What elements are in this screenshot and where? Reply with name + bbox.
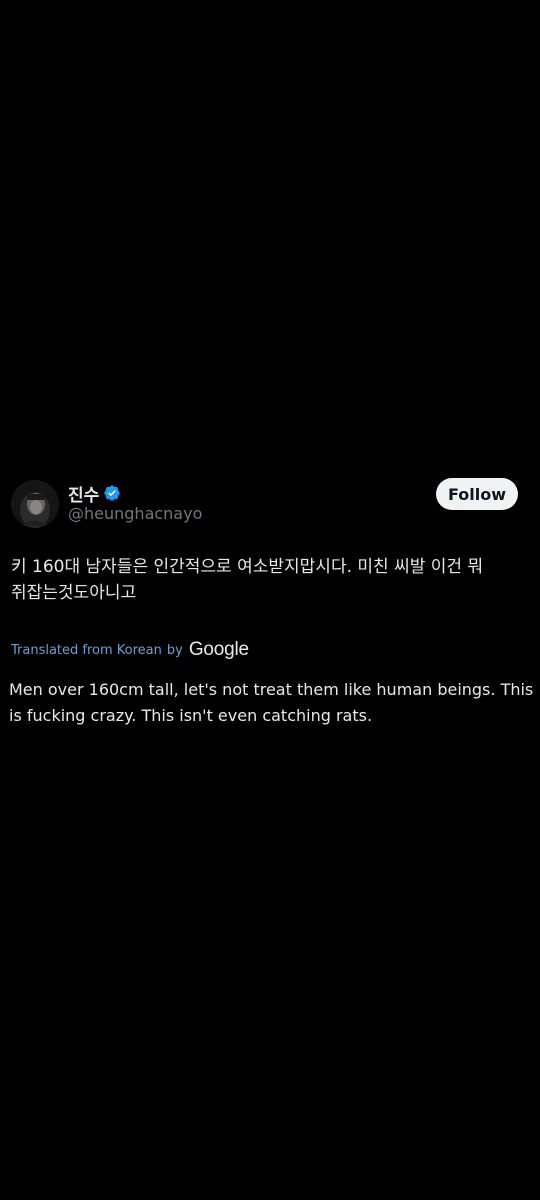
author-display-name[interactable]: 진수 [68, 481, 99, 506]
translated-text: Men over 160cm tall, let's not treat the… [9, 680, 534, 725]
translated-by-label: by [166, 642, 183, 658]
author-name-row: 진수 [68, 480, 121, 506]
tweet-text: 키 160대 남자들은 인간적으로 여소받지맙시다. 미친 씨발 이건 뭐 쥐잡… [11, 557, 484, 603]
translated-from-link[interactable]: Translated from Korean [11, 643, 162, 658]
translation-attribution: Translated from Korean by Google [11, 637, 249, 663]
verified-badge-icon [103, 484, 121, 502]
author-handle[interactable]: @heunghacnayo [68, 504, 202, 523]
follow-button[interactable]: Follow [436, 478, 518, 510]
google-logo: Google [188, 639, 249, 660]
avatar[interactable] [11, 480, 59, 528]
avatar-image [11, 480, 59, 528]
